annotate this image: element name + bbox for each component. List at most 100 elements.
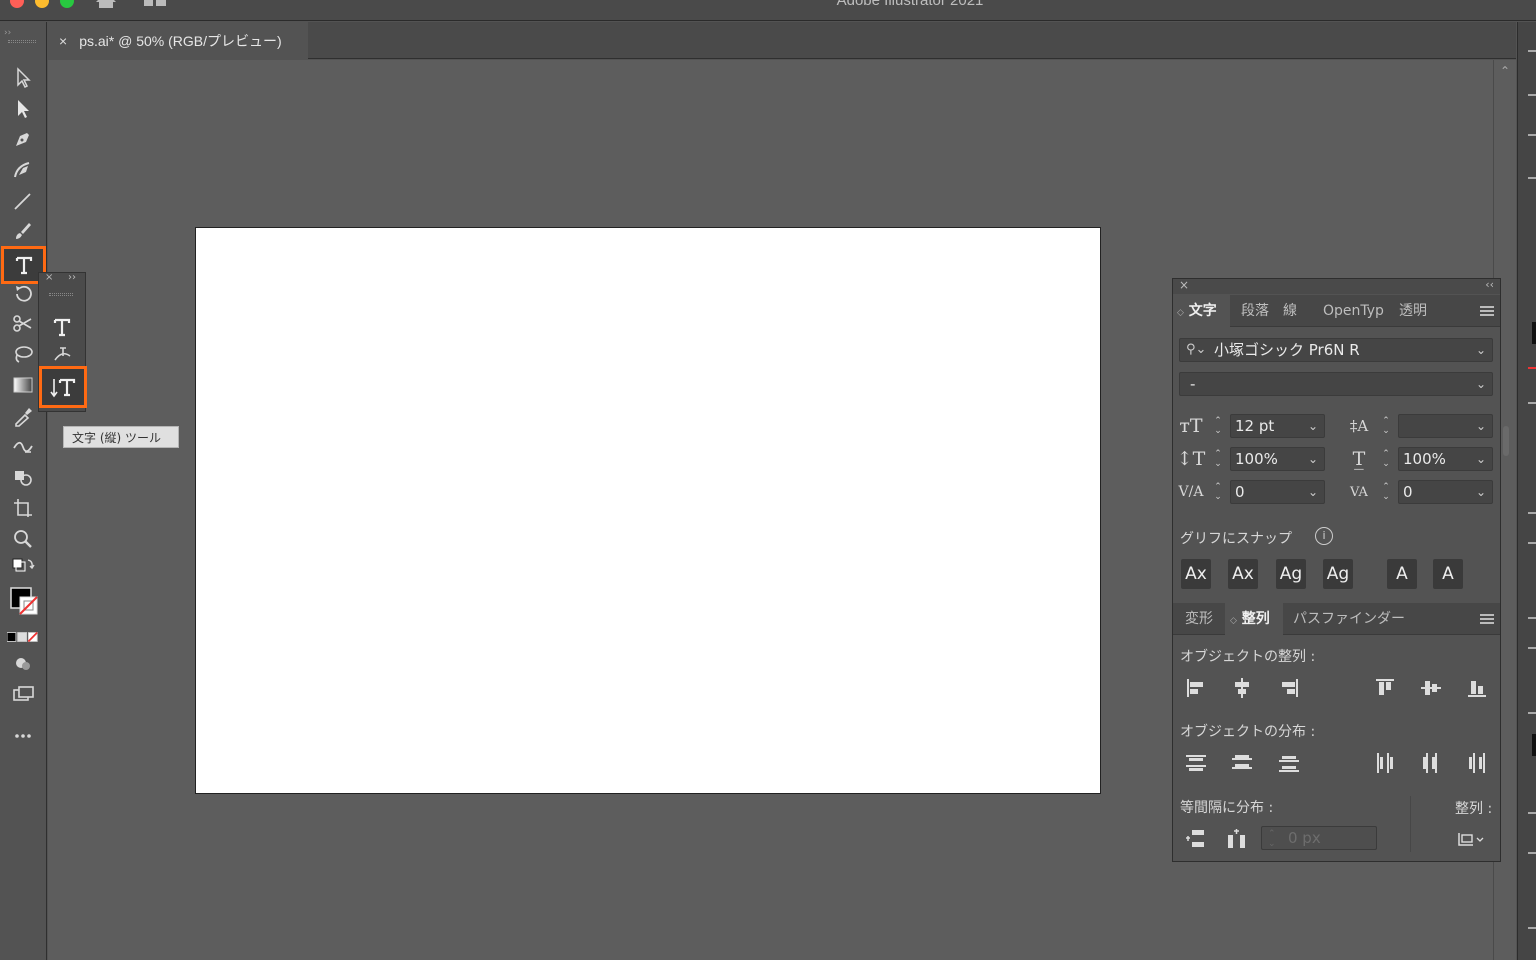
vertical-align-center-icon[interactable]	[1417, 675, 1445, 701]
dock-item-icon[interactable]	[1528, 50, 1536, 52]
tab-transform[interactable]: 変形	[1185, 603, 1213, 635]
font-style-select[interactable]: - ⌄	[1179, 372, 1493, 396]
info-icon[interactable]: i	[1315, 527, 1333, 545]
artboard-tool-icon[interactable]	[7, 494, 39, 522]
tracking-stepper[interactable]: ⌃ ⌄	[1379, 480, 1393, 504]
scroll-up-icon[interactable]: ⌃	[1500, 64, 1510, 78]
zoom-tool-icon[interactable]	[7, 525, 39, 553]
tab-opentype[interactable]: OpenTyp	[1323, 295, 1384, 327]
dock-item-icon[interactable]	[1528, 812, 1536, 814]
dock-item-icon[interactable]	[1528, 94, 1536, 96]
panel-close-icon[interactable]: ×	[1179, 278, 1189, 292]
vertical-distribute-space-icon[interactable]	[1182, 826, 1210, 852]
font-size-input[interactable]: 12 pt ⌄	[1230, 414, 1325, 438]
eyedropper-tool-icon[interactable]	[7, 402, 39, 430]
curvature-tool-icon[interactable]	[7, 156, 39, 184]
draw-mode-icon[interactable]	[7, 652, 39, 674]
panel-menu-icon[interactable]	[1480, 306, 1494, 316]
vertical-distribute-top-icon[interactable]	[1182, 750, 1210, 776]
type-on-path-tool-icon[interactable]	[46, 343, 78, 365]
vertical-distribute-bottom-icon[interactable]	[1275, 750, 1303, 776]
close-window-button[interactable]	[10, 0, 24, 8]
scissors-tool-icon[interactable]	[7, 309, 39, 337]
kerning-input[interactable]: 0 ⌄	[1230, 480, 1325, 504]
tab-stroke[interactable]: 線	[1283, 295, 1297, 327]
tracking-input[interactable]: 0 ⌄	[1398, 480, 1493, 504]
snap-glyph-bounds-button[interactable]: Ag	[1276, 559, 1306, 589]
dock-item-icon[interactable]	[1528, 542, 1536, 544]
snap-baseline-button[interactable]: Ax	[1181, 559, 1211, 589]
font-family-select[interactable]: ⚲⌄ 小塚ゴシック Pr6N R ⌄	[1179, 338, 1493, 362]
tab-align[interactable]: ◇ 整列	[1225, 603, 1283, 635]
tab-character[interactable]: ◇ 文字	[1173, 295, 1230, 327]
horizontal-scale-input[interactable]: 100% ⌄	[1398, 447, 1493, 471]
close-tab-icon[interactable]: ×	[59, 33, 67, 49]
vertical-distribute-center-icon[interactable]	[1228, 750, 1256, 776]
dock-item-icon[interactable]	[1528, 177, 1536, 179]
snap-proximity-guides-button[interactable]: Ag	[1323, 559, 1353, 589]
dock-swatch[interactable]	[1532, 734, 1536, 756]
kerning-stepper[interactable]: ⌃ ⌄	[1211, 480, 1225, 504]
flyout-expand-icon[interactable]: ››	[68, 272, 76, 283]
leading-input[interactable]: ⌄	[1398, 414, 1493, 438]
vertical-scale-stepper[interactable]: ⌃ ⌄	[1211, 447, 1225, 471]
horizontal-distribute-center-icon[interactable]	[1417, 750, 1445, 776]
swap-fill-stroke-icon[interactable]	[7, 557, 39, 577]
lasso-tool-icon[interactable]	[7, 340, 39, 368]
flyout-grip[interactable]	[49, 293, 73, 296]
color-mode-icon[interactable]	[7, 628, 39, 646]
horizontal-distribute-left-icon[interactable]	[1371, 750, 1399, 776]
horizontal-align-right-icon[interactable]	[1275, 675, 1303, 701]
toolbar-collapse-icon[interactable]: ››	[4, 28, 11, 38]
dock-item-icon[interactable]	[1528, 647, 1536, 649]
screen-mode-icon[interactable]	[7, 680, 39, 708]
panel-menu-icon[interactable]	[1480, 614, 1494, 624]
workspace-icon[interactable]	[143, 0, 167, 8]
flyout-close-icon[interactable]: ×	[45, 272, 53, 283]
dock-item-icon[interactable]	[1528, 712, 1536, 714]
horizontal-distribute-right-icon[interactable]	[1463, 750, 1491, 776]
toolbar-grip[interactable]	[8, 40, 36, 43]
shape-builder-tool-icon[interactable]	[7, 463, 39, 491]
font-size-stepper[interactable]: ⌃ ⌄	[1211, 414, 1225, 438]
fill-stroke-icon[interactable]	[7, 582, 39, 622]
rotate-tool-icon[interactable]	[7, 280, 39, 308]
artboard[interactable]	[195, 227, 1101, 794]
type-tool-icon[interactable]	[46, 313, 78, 341]
dock-item-icon[interactable]	[1528, 134, 1536, 136]
document-tab[interactable]: × ps.ai* @ 50% (RGB/プレビュー)	[48, 22, 308, 59]
snap-x-height-button[interactable]: Ax	[1228, 559, 1258, 589]
dock-fill-swatch[interactable]	[1532, 322, 1536, 344]
leading-stepper[interactable]: ⌃ ⌄	[1379, 414, 1393, 438]
selection-tool-icon[interactable]	[7, 64, 39, 92]
vertical-scale-input[interactable]: 100% ⌄	[1230, 447, 1325, 471]
dock-item-icon[interactable]	[1528, 927, 1536, 929]
dock-item-icon[interactable]	[1528, 512, 1536, 514]
vertical-align-top-icon[interactable]	[1371, 675, 1399, 701]
snap-angular-guides-button[interactable]: A	[1387, 559, 1417, 589]
dock-item-icon[interactable]	[1528, 617, 1536, 619]
home-icon[interactable]	[94, 0, 118, 8]
horizontal-scale-stepper[interactable]: ⌃ ⌄	[1379, 447, 1393, 471]
tab-paragraph[interactable]: 段落	[1241, 295, 1269, 327]
blend-tool-icon[interactable]	[7, 432, 39, 460]
line-segment-tool-icon[interactable]	[7, 187, 39, 215]
gradient-tool-icon[interactable]	[7, 371, 39, 399]
tab-transparency[interactable]: 透明	[1399, 295, 1427, 327]
horizontal-distribute-space-icon[interactable]	[1223, 826, 1251, 852]
vertical-type-tool-icon[interactable]	[39, 366, 87, 408]
panel-collapse-icon[interactable]: ‹‹	[1485, 278, 1494, 291]
horizontal-align-left-icon[interactable]	[1182, 675, 1210, 701]
zoom-window-button[interactable]	[60, 0, 74, 8]
dock-stroke-swatch[interactable]	[1528, 367, 1536, 369]
snap-anchor-point-button[interactable]: A	[1433, 559, 1463, 589]
align-to-selection-icon[interactable]	[1453, 826, 1489, 852]
pen-tool-icon[interactable]	[7, 125, 39, 153]
minimize-window-button[interactable]	[35, 0, 49, 8]
dock-item-icon[interactable]	[1528, 402, 1536, 404]
direct-selection-tool-icon[interactable]	[7, 95, 39, 123]
dock-item-icon[interactable]	[1528, 852, 1536, 854]
vertical-align-bottom-icon[interactable]	[1463, 675, 1491, 701]
edit-toolbar-icon[interactable]	[7, 722, 39, 750]
tab-pathfinder[interactable]: パスファインダー	[1293, 603, 1405, 635]
